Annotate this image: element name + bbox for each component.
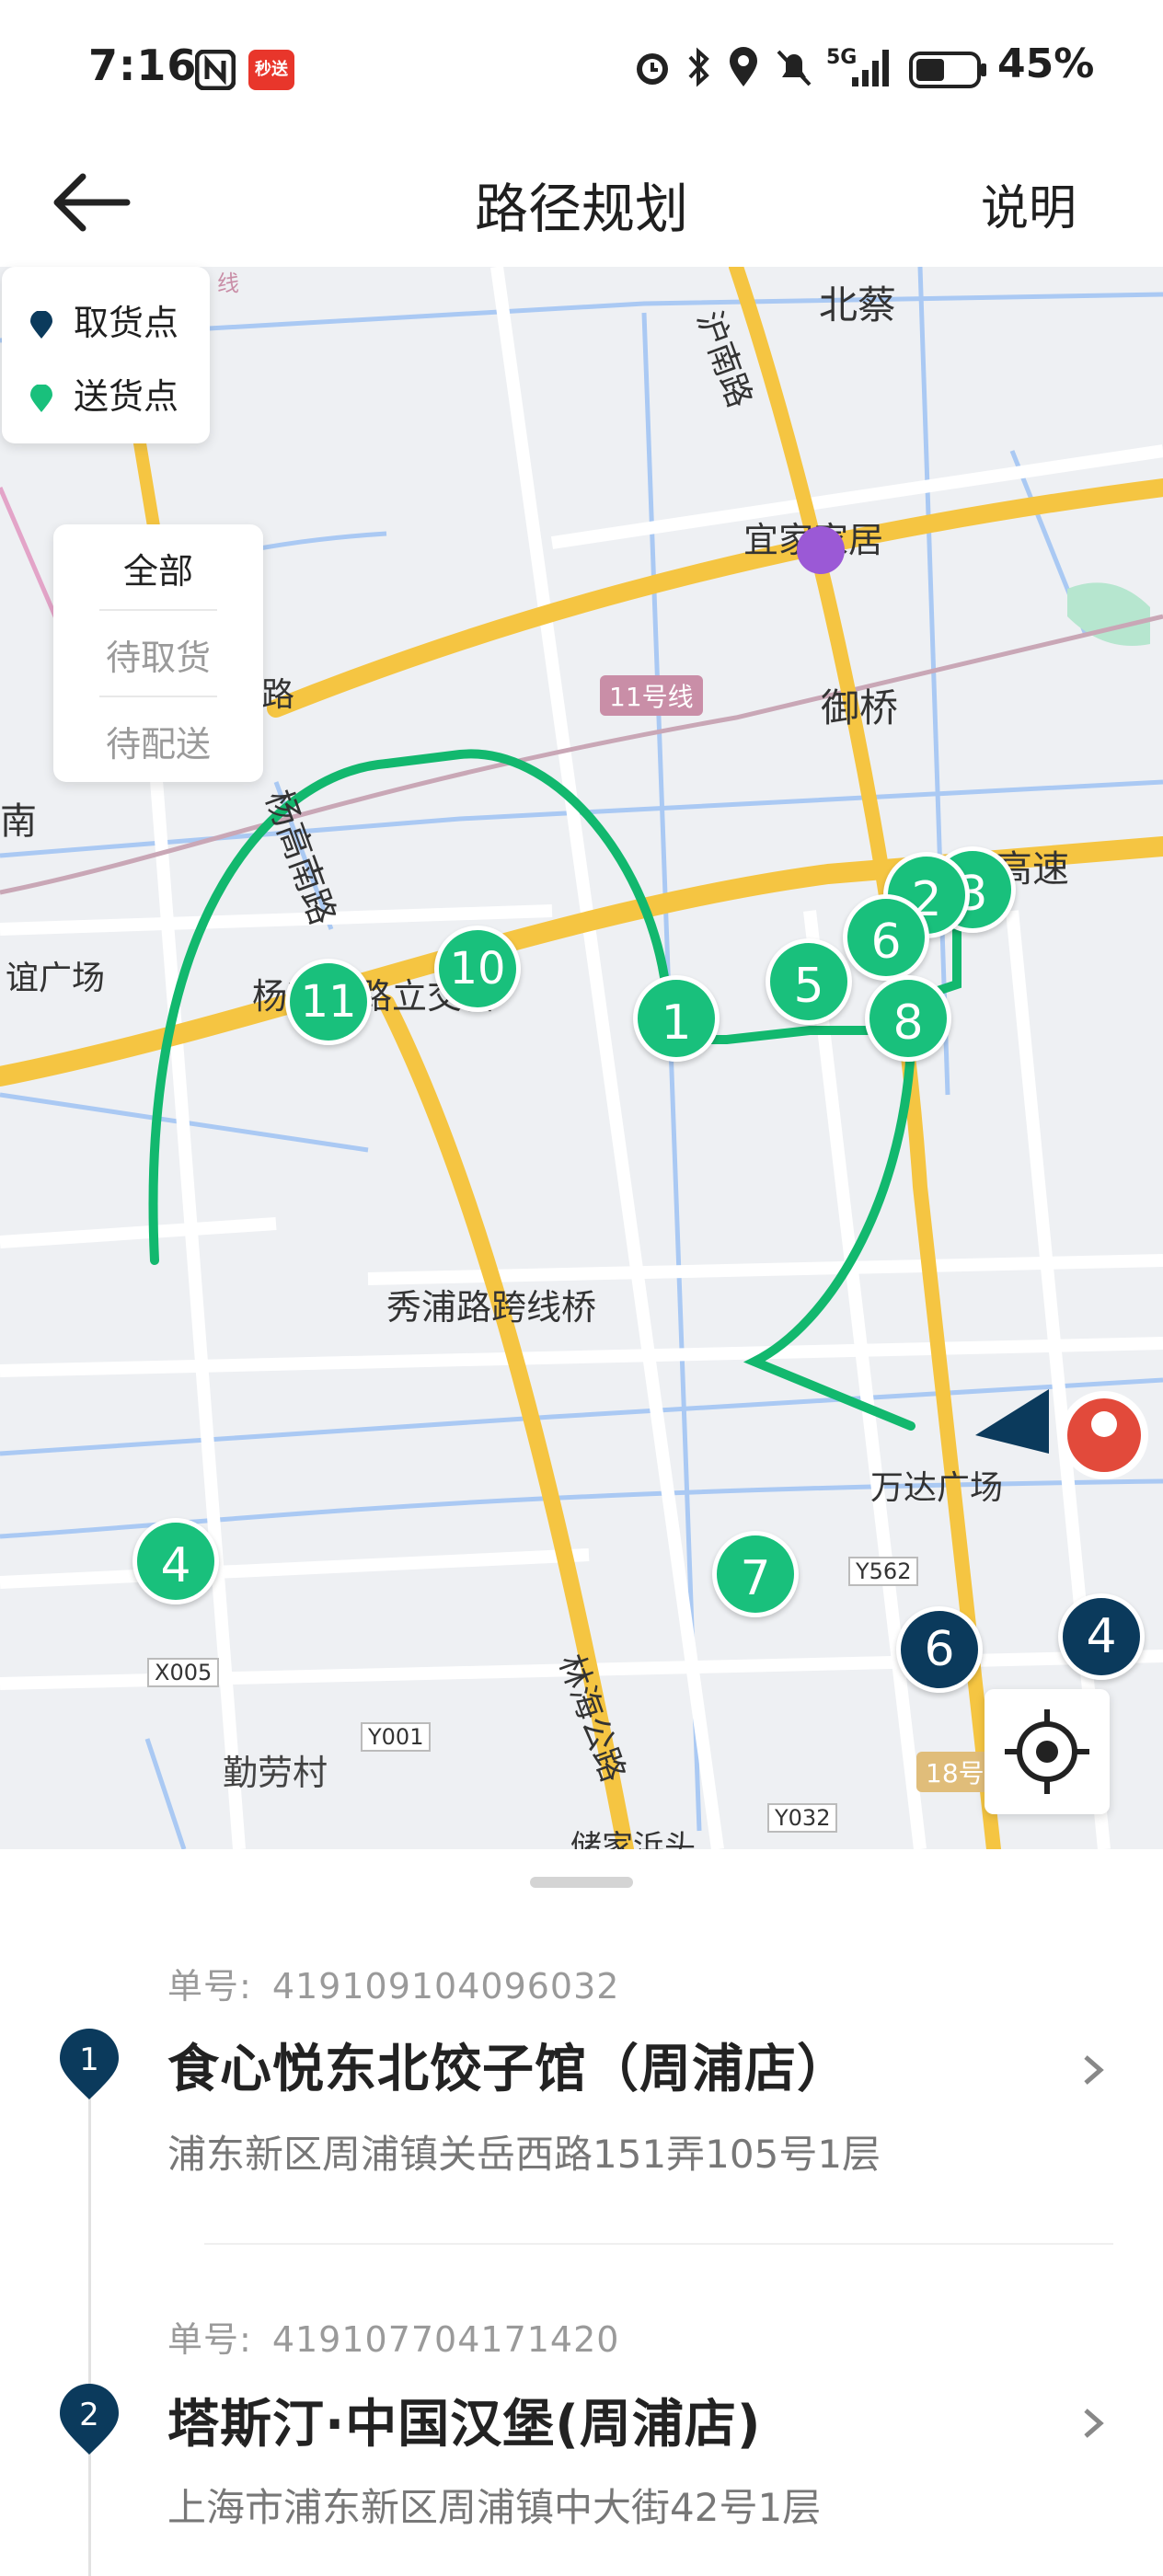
- order-number: 单号: 419109104096032: [167, 1966, 620, 2007]
- order-divider: [204, 2243, 1113, 2245]
- route-marker-1[interactable]: 1: [633, 975, 720, 1062]
- map-label-beicai: 北蔡: [819, 282, 897, 328]
- status-time: 7:16: [88, 40, 198, 90]
- order-index-pin-1: 1: [60, 2029, 119, 2099]
- status-bar: 7:16 秒送 5G 45%: [0, 0, 1163, 138]
- app-header: 路径规划 说明: [0, 138, 1163, 267]
- map-label-qinlao: 勤劳村: [223, 1753, 328, 1793]
- svg-text:2: 2: [79, 2397, 99, 2433]
- help-button[interactable]: 说明: [981, 169, 1077, 238]
- filter-to-pickup[interactable]: 待取货: [53, 629, 263, 680]
- store-name[interactable]: 塔斯汀·中国汉堡(周浦店): [167, 2383, 761, 2457]
- order-number: 单号: 419107704171420: [167, 2319, 620, 2360]
- map-label-lu: 路: [261, 676, 295, 714]
- battery-icon: [909, 52, 986, 88]
- filter-to-deliver[interactable]: 待配送: [53, 716, 263, 766]
- route-map[interactable]: 北蔡 沪南路 宜家家居 御桥 11号线 高速 杨高南路立交桥 杨高南路 秀浦路跨…: [0, 267, 1163, 1849]
- battery-percent: 45%: [997, 40, 1095, 87]
- map-label-xiupu-bridge: 秀浦路跨线桥: [386, 1287, 597, 1328]
- map-label-wanda: 万达广场: [870, 1469, 1004, 1507]
- route-marker-4[interactable]: 4: [132, 1518, 219, 1604]
- store-address: 浦东新区周浦镇关岳西路151弄105号1层: [167, 2132, 881, 2177]
- route-marker-11[interactable]: 11: [285, 959, 372, 1045]
- route-marker-8[interactable]: 8: [865, 975, 951, 1062]
- route-marker-5[interactable]: 5: [766, 938, 852, 1025]
- dropoff-pin-icon: [30, 385, 52, 412]
- store-name[interactable]: 食心悦东北饺子馆（周浦店）: [167, 2028, 849, 2102]
- map-label-y562: Y562: [848, 1557, 919, 1586]
- order-timeline: [88, 2046, 91, 2576]
- map-canvas: [0, 267, 1163, 1849]
- map-label-yuqiao: 御桥: [821, 685, 899, 730]
- alarm-icon: [637, 53, 668, 85]
- pickup-pin-icon: [30, 311, 52, 339]
- map-label-x005: X005: [147, 1658, 220, 1687]
- map-legend: 取货点 送货点: [2, 267, 210, 443]
- map-label-chujia: 储家浜头: [570, 1829, 696, 1849]
- route-marker-7[interactable]: 7: [712, 1531, 799, 1617]
- route-marker-10[interactable]: 10: [434, 926, 521, 1012]
- svg-text:1: 1: [79, 2041, 99, 2078]
- ikea-poi-icon: [797, 526, 845, 574]
- sheet-drag-handle[interactable]: [530, 1877, 633, 1888]
- status-filter: 全部 待取货 待配送: [53, 524, 263, 782]
- bluetooth-icon: [688, 47, 709, 87]
- chevron-right-icon[interactable]: [1075, 2052, 1111, 2088]
- legend-pickup: 取货点: [29, 294, 178, 345]
- map-label-nan: 南: [0, 800, 37, 843]
- signal-icon: [852, 50, 889, 86]
- crosshair-icon: [1005, 1709, 1089, 1794]
- miaosong-app-icon: 秒送: [248, 50, 294, 90]
- map-label-line11: 11号线: [600, 675, 703, 716]
- locate-me-button[interactable]: [985, 1689, 1110, 1814]
- pickup-marker-4[interactable]: 4: [1058, 1593, 1145, 1680]
- map-label-line-top: 线: [217, 270, 239, 296]
- map-label-y001: Y001: [361, 1722, 432, 1752]
- map-label-line18: 18号: [916, 1752, 994, 1792]
- filter-all[interactable]: 全部: [53, 543, 263, 593]
- order-index-pin-2: 2: [60, 2384, 119, 2455]
- map-label-yiguang: 谊广场: [6, 960, 106, 997]
- store-address: 上海市浦东新区周浦镇中大街42号1层: [167, 2485, 822, 2530]
- map-label-y032: Y032: [767, 1803, 838, 1833]
- pickup-marker-6[interactable]: 6: [896, 1606, 983, 1693]
- nfc-icon: [195, 50, 236, 90]
- chevron-right-icon[interactable]: [1075, 2405, 1111, 2442]
- location-icon: [730, 47, 757, 86]
- legend-dropoff: 送货点: [29, 368, 178, 419]
- mute-bell-icon: [777, 50, 812, 86]
- route-marker-6[interactable]: 6: [843, 894, 929, 981]
